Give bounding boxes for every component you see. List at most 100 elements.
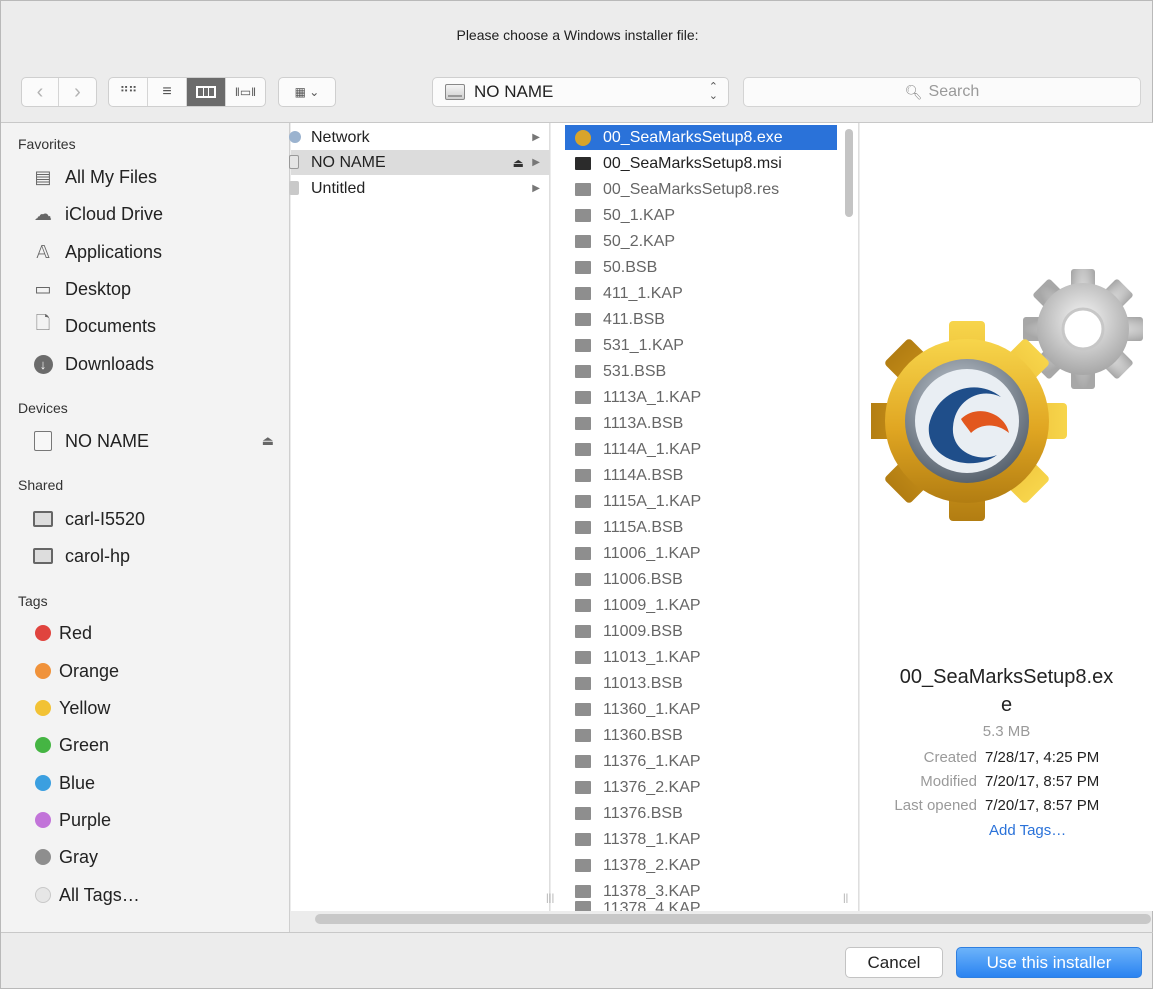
preview-file-size: 5.3 MB [982,723,1031,740]
search-field[interactable]: 🔍︎ Search [743,77,1141,107]
sidebar-item-applications[interactable]: 𝔸 Applications [31,239,286,265]
tag-label: All Tags… [59,884,140,905]
sidebar-tag-orange[interactable]: Orange [31,658,286,684]
file-row[interactable]: 11013.BSB [565,671,837,696]
tag-label: Red [59,622,93,643]
file-icon [575,547,591,560]
eject-icon[interactable]: ⏏ [513,156,524,170]
disclosure-arrow-icon: ▶ [532,132,540,143]
sidebar-item-documents[interactable]: 🗋︎ Documents [31,313,286,339]
column-row-network[interactable]: Network ▶ [289,125,550,150]
row-label: Network [311,128,370,146]
coverflow-view-button[interactable]: ‖▭‖ [226,78,265,106]
file-row[interactable]: 50_1.KAP [565,203,837,228]
file-icon [575,417,591,430]
tag-red-dot-icon [35,625,51,641]
sidebar-tag-gray[interactable]: Gray [31,844,286,870]
sidebar-item-desktop[interactable]: ▭ Desktop [31,276,286,302]
file-row[interactable]: 11013_1.KAP [565,645,837,670]
file-row[interactable]: 11376_2.KAP [565,775,837,800]
file-row[interactable]: 411_1.KAP [565,281,837,306]
sidebar-item-downloads[interactable]: ↓ Downloads [31,351,286,377]
file-icon [575,287,591,300]
file-icon [575,391,591,404]
sidebar-tag-red[interactable]: Red [31,620,286,646]
sidebar-item-label: Downloads [65,353,155,374]
file-icon [575,599,591,612]
cancel-button[interactable]: Cancel [845,947,943,978]
monitor-icon [31,545,55,567]
file-row[interactable]: 411.BSB [565,307,837,332]
sidebar-tag-purple[interactable]: Purple [31,807,286,833]
back-button[interactable]: ‹ [22,78,60,106]
file-row[interactable]: 00_SeaMarksSetup8.res [565,177,837,202]
column-view-button[interactable] [187,78,226,106]
sidebar-tag-green[interactable]: Green [31,732,286,758]
file-row[interactable]: 1115A_1.KAP [565,489,837,514]
sidebar-tag-blue[interactable]: Blue [31,770,286,796]
sidebar-item-label: carl-I5520 [65,508,146,529]
disclosure-arrow-icon: ▶ [532,183,540,194]
use-installer-button[interactable]: Use this installer [956,947,1142,978]
file-row[interactable]: 50.BSB [565,255,837,280]
file-row[interactable]: 11378_1.KAP [565,827,837,852]
icon-view-button[interactable]: ⠛⠛ [109,78,148,106]
file-row[interactable]: 11378_2.KAP [565,853,837,878]
file-row[interactable]: 50_2.KAP [565,229,837,254]
tags-heading: Tags [18,593,48,609]
file-icon [575,901,591,911]
favorites-heading: Favorites [18,136,76,152]
file-icon [575,209,591,222]
sidebar-all-tags[interactable]: All Tags… [31,882,286,908]
sidebar-item-label: NO NAME [65,430,150,451]
column-row-untitled[interactable]: Untitled ▶ [289,176,550,201]
file-row[interactable]: 11376.BSB [565,801,837,826]
sidebar-item-no-name[interactable]: NO NAME ⏏ [31,428,286,454]
file-row[interactable]: 11009.BSB [565,619,837,644]
file-row[interactable]: 11360.BSB [565,723,837,748]
dialog-title: Please choose a Windows installer file: [456,27,699,43]
sidebar-item-icloud-drive[interactable]: ☁︎ iCloud Drive [31,201,286,227]
sidebar-item-carl-i5520[interactable]: carl-I5520 [31,506,286,532]
path-popup[interactable]: NO NAME ⌃ ⌄ [432,77,729,107]
list-view-button[interactable]: ≡ [148,78,187,106]
file-row[interactable]: 11006.BSB [565,567,837,592]
file-row[interactable]: 11006_1.KAP [565,541,837,566]
search-icon: 🔍︎ [904,83,923,100]
sidebar-item-carol-hp[interactable]: carol-hp [31,543,286,569]
file-row[interactable]: 11360_1.KAP [565,697,837,722]
file-row[interactable]: 531_1.KAP [565,333,837,358]
arrange-menu-button[interactable]: ▦ ⌄ [278,77,336,107]
file-row[interactable]: 1113A_1.KAP [565,385,837,410]
file-row[interactable]: 11009_1.KAP [565,593,837,618]
column-resize-handle[interactable]: || [843,893,848,904]
file-row[interactable]: 00_SeaMarksSetup8.exe [565,125,837,150]
search-placeholder: Search [928,83,980,100]
file-row[interactable]: 1114A.BSB [565,463,837,488]
eject-icon[interactable]: ⏏ [262,433,274,449]
file-icon [575,339,591,352]
file-icon [575,729,591,742]
sidebar-item-all-my-files[interactable]: ▤ All My Files [31,164,286,190]
tag-label: Yellow [59,697,111,718]
file-icon [575,521,591,534]
file-row[interactable]: 1115A.BSB [565,515,837,540]
vertical-scrollbar-thumb[interactable] [845,129,853,217]
arrange-grid-icon: ▦ ⌄ [294,85,320,99]
file-row[interactable]: 11376_1.KAP [565,749,837,774]
file-icon [575,703,591,716]
forward-button[interactable]: › [59,78,96,106]
file-row[interactable]: 00_SeaMarksSetup8.msi [565,151,837,176]
add-tags-link[interactable]: Add Tags… [989,822,1066,839]
column-resize-handle[interactable]: || [551,893,554,904]
file-row[interactable]: 1114A_1.KAP [565,437,837,462]
file-row[interactable]: 11378_4.KAP [565,901,837,911]
column-row-no-name[interactable]: NO NAME ⏏ ▶ [289,150,550,175]
file-row[interactable]: 1113A.BSB [565,411,837,436]
file-row[interactable]: 531.BSB [565,359,837,384]
footer-divider [1,932,1153,933]
icon-view-icon: ⠛⠛ [119,84,137,99]
sidebar-item-label: Applications [65,241,163,262]
horizontal-scrollbar-thumb[interactable] [315,914,1151,924]
sidebar-tag-yellow[interactable]: Yellow [31,695,286,721]
